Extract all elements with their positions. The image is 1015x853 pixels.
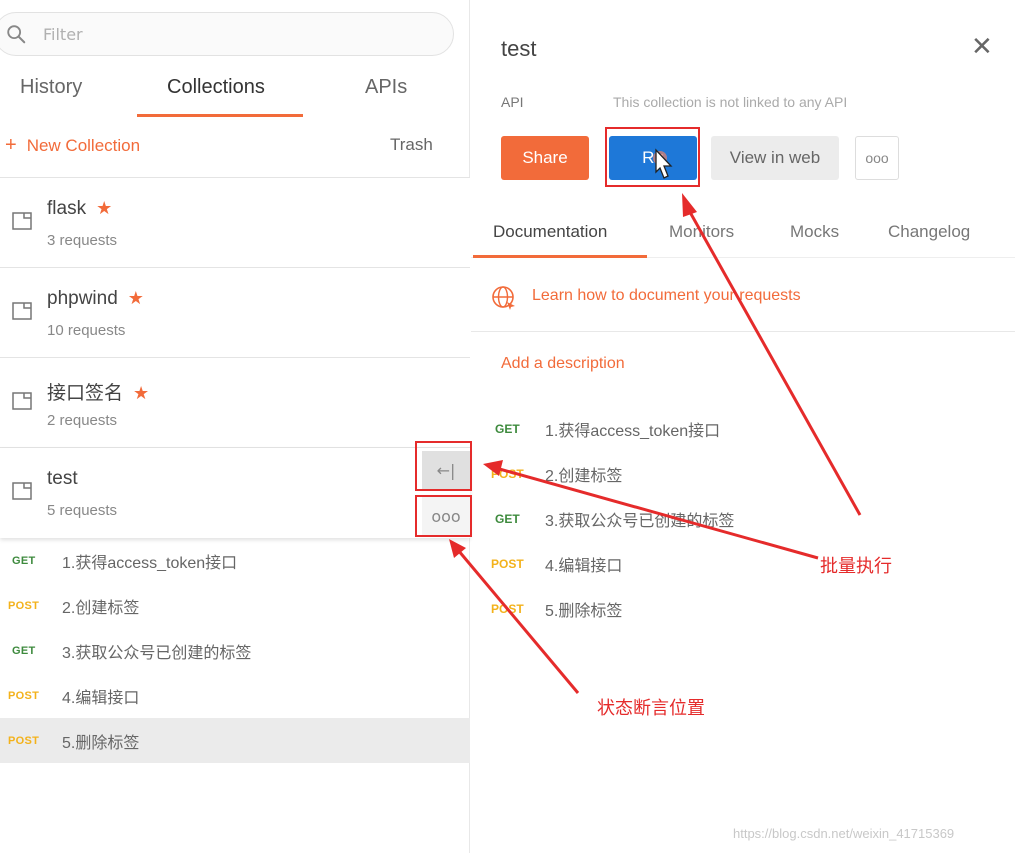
- collection-title: 接口签名: [47, 383, 124, 404]
- request-title: 4.编辑接口: [545, 558, 623, 575]
- collection-name: phpwind ★: [47, 288, 144, 310]
- highlight-box: [415, 495, 472, 537]
- collection-item-test[interactable]: test 5 requests: [0, 448, 470, 538]
- add-description-link[interactable]: Add a description: [501, 355, 625, 373]
- plus-icon: +: [5, 134, 17, 156]
- active-tab-indicator: [473, 255, 647, 258]
- learn-banner: Learn how to document your requests: [471, 262, 1015, 332]
- request-item[interactable]: POST 2.创建标签: [0, 583, 470, 628]
- more-actions-button[interactable]: ooo: [855, 136, 899, 180]
- collection-item-phpwind[interactable]: phpwind ★ 10 requests: [0, 268, 470, 358]
- annotation-assert-location: 状态断言位置: [597, 698, 705, 719]
- share-button[interactable]: Share: [501, 136, 589, 180]
- star-icon[interactable]: ★: [96, 198, 112, 218]
- request-title: 2.创建标签: [545, 468, 623, 485]
- detail-tabs: Documentation Monitors Mocks Changelog: [471, 218, 1015, 258]
- search-icon: [7, 25, 26, 44]
- filter-input[interactable]: [43, 24, 423, 44]
- learn-link[interactable]: Learn how to document your requests: [532, 287, 801, 305]
- request-title: 2.创建标签: [62, 599, 140, 617]
- method-badge: GET: [495, 512, 520, 526]
- tab-mocks[interactable]: Mocks: [790, 222, 839, 242]
- method-badge: POST: [8, 689, 40, 702]
- view-in-web-button[interactable]: View in web: [711, 136, 839, 180]
- method-badge: GET: [12, 644, 36, 657]
- request-title: 3.获取公众号已创建的标签: [62, 644, 252, 662]
- folder-icon: [12, 392, 32, 410]
- star-icon[interactable]: ★: [133, 383, 149, 403]
- method-badge: POST: [8, 599, 40, 612]
- sidebar: History Collections APIs + New Collectio…: [0, 0, 470, 853]
- collection-title: test: [501, 36, 537, 61]
- collections-toolbar: + New Collection Trash: [0, 130, 470, 166]
- close-icon[interactable]: ✕: [971, 34, 993, 60]
- star-icon[interactable]: ★: [128, 288, 144, 308]
- doc-request-item[interactable]: GET 1.获得access_token接口: [471, 414, 720, 444]
- sidebar-tabs: History Collections APIs: [0, 76, 470, 116]
- method-badge: POST: [8, 734, 40, 747]
- filter-field[interactable]: [0, 12, 454, 56]
- request-title: 4.编辑接口: [62, 689, 140, 707]
- method-badge: GET: [12, 554, 36, 567]
- highlight-box: [605, 127, 700, 187]
- annotation-batch-run: 批量执行: [820, 556, 892, 577]
- tab-documentation[interactable]: Documentation: [493, 222, 607, 242]
- tab-history[interactable]: History: [20, 76, 82, 116]
- api-label: API: [501, 94, 524, 110]
- doc-request-item[interactable]: GET 3.获取公众号已创建的标签: [471, 504, 734, 534]
- collection-title: flask: [47, 198, 87, 219]
- collection-detail-panel: test ✕ API This collection is not linked…: [471, 0, 1015, 853]
- request-title: 5.删除标签: [545, 603, 623, 620]
- api-link-note: This collection is not linked to any API: [613, 94, 848, 110]
- request-item[interactable]: POST 4.编辑接口: [0, 673, 470, 718]
- collection-title: test: [47, 468, 78, 489]
- trash-button[interactable]: Trash: [390, 135, 433, 155]
- tab-apis[interactable]: APIs: [365, 76, 407, 116]
- tab-monitors[interactable]: Monitors: [669, 222, 734, 242]
- collection-item-flask[interactable]: flask ★ 3 requests: [0, 178, 470, 268]
- request-title: 5.删除标签: [62, 734, 140, 752]
- doc-request-item[interactable]: POST 2.创建标签: [471, 459, 622, 489]
- request-title: 3.获取公众号已创建的标签: [545, 513, 735, 530]
- request-item[interactable]: GET 1.获得access_token接口: [0, 538, 470, 583]
- folder-icon: [12, 482, 32, 500]
- doc-request-item[interactable]: POST 4.编辑接口: [471, 549, 622, 579]
- request-item-selected[interactable]: POST 5.删除标签: [0, 718, 470, 763]
- method-badge: GET: [495, 422, 520, 436]
- request-item[interactable]: GET 3.获取公众号已创建的标签: [0, 628, 470, 673]
- tab-changelog[interactable]: Changelog: [888, 222, 970, 242]
- collection-name: flask ★: [47, 198, 112, 220]
- collection-item-signature[interactable]: 接口签名 ★ 2 requests: [0, 358, 470, 448]
- method-badge: POST: [491, 557, 524, 571]
- request-title: 1.获得access_token接口: [62, 554, 238, 572]
- folder-icon: [12, 302, 32, 320]
- globe-icon: [492, 286, 515, 310]
- collection-count: 2 requests: [47, 412, 118, 429]
- active-tab-indicator: [137, 114, 303, 117]
- collection-count: 10 requests: [47, 322, 126, 339]
- collection-name: 接口签名 ★: [47, 378, 149, 405]
- new-collection-button[interactable]: + New Collection: [5, 134, 140, 157]
- watermark: https://blog.csdn.net/weixin_41715369: [733, 826, 955, 841]
- doc-request-item[interactable]: POST 5.删除标签: [471, 594, 622, 624]
- request-title: 1.获得access_token接口: [545, 423, 721, 440]
- collection-count: 3 requests: [47, 232, 118, 249]
- method-badge: POST: [491, 467, 524, 481]
- tab-collections[interactable]: Collections: [167, 76, 265, 116]
- highlight-box: [415, 441, 472, 491]
- collection-count: 5 requests: [47, 502, 118, 519]
- new-collection-label: New Collection: [26, 135, 141, 155]
- folder-icon: [12, 212, 32, 230]
- collection-title: phpwind: [47, 288, 118, 309]
- method-badge: POST: [491, 602, 524, 616]
